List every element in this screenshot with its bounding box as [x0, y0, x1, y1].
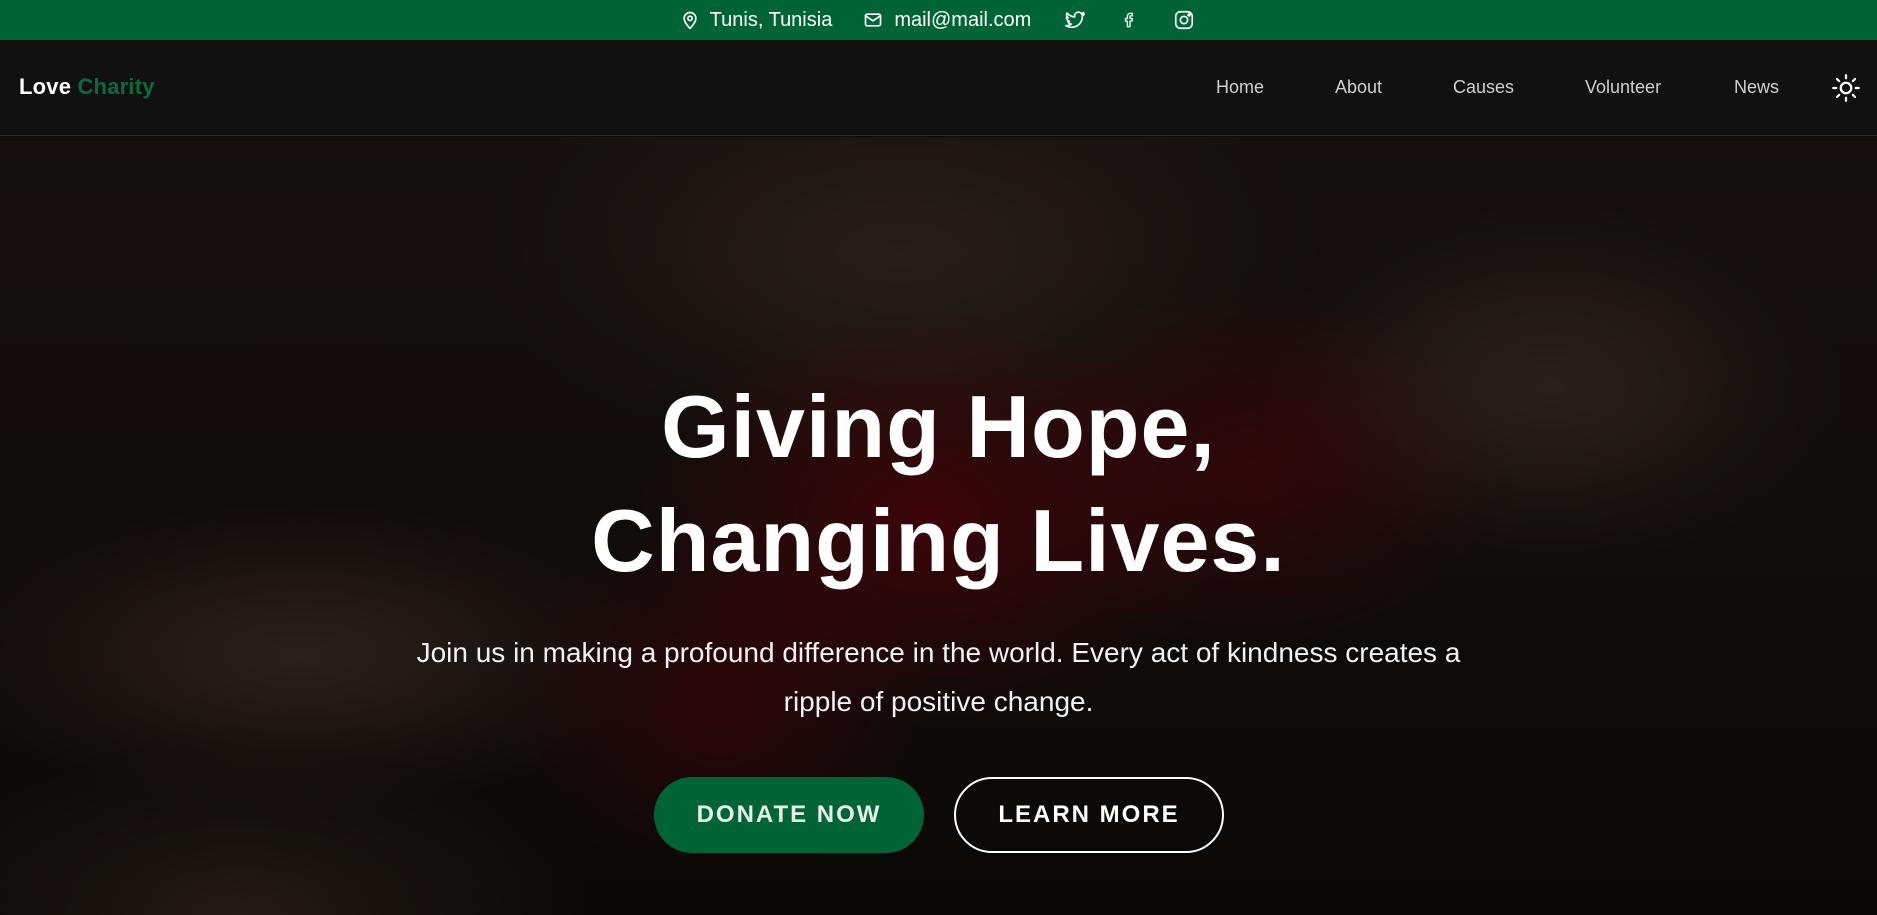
nav-link-volunteer[interactable]: Volunteer — [1585, 77, 1661, 98]
nav-link-about[interactable]: About — [1335, 77, 1382, 98]
location-text: Tunis, Tunisia — [709, 8, 833, 31]
mail-icon — [862, 10, 884, 30]
nav-link-news[interactable]: News — [1734, 77, 1779, 98]
nav-link-causes[interactable]: Causes — [1453, 77, 1514, 98]
location-item: Tunis, Tunisia — [680, 8, 833, 32]
instagram-icon[interactable] — [1173, 9, 1195, 31]
top-info-bar: Tunis, Tunisia mail@mail.com — [0, 0, 1877, 40]
twitter-icon[interactable] — [1063, 9, 1087, 31]
email-text[interactable]: mail@mail.com — [894, 9, 1031, 32]
sun-icon[interactable] — [1831, 73, 1861, 103]
hero-subtitle: Join us in making a profound difference … — [416, 637, 1461, 717]
learn-more-button[interactable]: LEARN MORE — [954, 777, 1224, 853]
location-pin-icon — [680, 9, 700, 31]
donate-now-button[interactable]: DONATE NOW — [654, 777, 924, 853]
hero-title: Giving Hope, Changing Lives. — [0, 370, 1877, 598]
main-navbar: Love Charity Home About Causes Volunteer… — [0, 40, 1877, 136]
email-item[interactable]: mail@mail.com — [862, 9, 1031, 32]
nav-links: Home About Causes Volunteer News — [0, 40, 1877, 136]
hero-title-line-2: Changing Lives. — [591, 491, 1286, 590]
facebook-icon[interactable] — [1121, 9, 1139, 31]
nav-link-home[interactable]: Home — [1216, 77, 1264, 98]
hero-section: Giving Hope, Changing Lives. Join us in … — [0, 137, 1877, 915]
hero-title-line-1: Giving Hope, — [661, 377, 1216, 476]
